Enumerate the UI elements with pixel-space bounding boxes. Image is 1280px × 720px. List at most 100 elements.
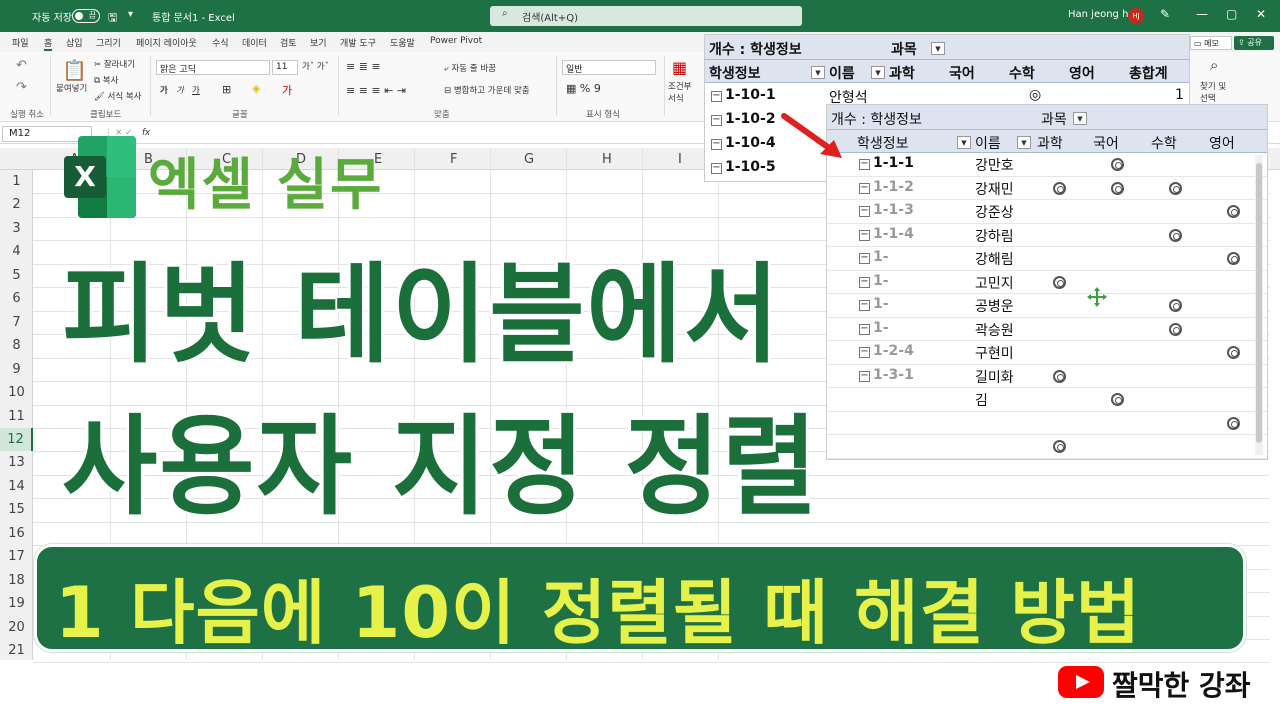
collapse-icon[interactable]: −: [859, 182, 870, 194]
find-icon[interactable]: ⌕: [1210, 56, 1218, 74]
avatar[interactable]: HJ: [1128, 8, 1144, 24]
row-header[interactable]: 12: [0, 427, 33, 452]
underline-button[interactable]: 가: [192, 84, 200, 96]
collapse-icon[interactable]: −: [711, 139, 722, 150]
tab-draw[interactable]: 그리기: [96, 36, 121, 49]
wrap-text-button[interactable]: ⤶ 자동 줄 바꿈: [444, 62, 496, 74]
font-grow-icon[interactable]: 가ˆ 가ˇ: [302, 60, 329, 72]
collapse-icon[interactable]: −: [859, 206, 870, 217]
fill-color-icon[interactable]: ◈: [252, 82, 260, 95]
scrollbar[interactable]: [1255, 155, 1263, 455]
tab-developer[interactable]: 개발 도구: [340, 36, 376, 49]
pivot2-row[interactable]: [827, 412, 1267, 435]
merge-center-button[interactable]: ⊟ 병합하고 가운데 맞춤: [444, 84, 530, 96]
row-header[interactable]: 3: [0, 217, 33, 240]
maximize-icon[interactable]: ▢: [1226, 7, 1237, 21]
minimize-icon[interactable]: —: [1196, 7, 1208, 21]
font-color-icon[interactable]: 가: [282, 82, 292, 98]
search-box[interactable]: ⌕ 검색(Alt+Q): [490, 6, 802, 26]
pivot2-row[interactable]: [827, 435, 1267, 459]
pivot2-name-filter-icon[interactable]: ▼: [1017, 136, 1031, 149]
pen-icon[interactable]: ✎: [1160, 7, 1170, 21]
cut-button[interactable]: ✂ 잘라내기: [94, 58, 135, 70]
row-header[interactable]: 8: [0, 334, 33, 357]
row-header[interactable]: 21: [0, 639, 33, 662]
pivot1-subject-filter-icon[interactable]: ▼: [931, 42, 945, 55]
collapse-icon[interactable]: −: [859, 347, 870, 358]
collapse-icon[interactable]: −: [859, 276, 870, 288]
collapse-icon[interactable]: −: [859, 323, 870, 335]
pivot2-subject-filter-icon[interactable]: ▼: [1073, 112, 1087, 125]
collapse-icon[interactable]: −: [711, 91, 722, 102]
copy-button[interactable]: ⧉ 복사: [94, 74, 118, 86]
tab-file[interactable]: 파일: [12, 36, 29, 49]
collapse-icon[interactable]: −: [859, 159, 870, 170]
italic-button[interactable]: 가: [176, 84, 184, 96]
row-header[interactable]: 17: [0, 545, 33, 568]
row-header[interactable]: 7: [0, 311, 33, 334]
format-painter-button[interactable]: 🖌 서식 복사: [94, 90, 141, 102]
align-top-icon[interactable]: ≡ ≣ ≡: [346, 60, 381, 73]
pivot2-row[interactable]: [827, 294, 1267, 318]
row-header[interactable]: 1: [0, 170, 33, 193]
collapse-icon[interactable]: −: [859, 229, 870, 241]
collapse-icon[interactable]: −: [711, 115, 722, 126]
tab-power-pivot[interactable]: Power Pivot: [430, 36, 482, 46]
pivot-table-2[interactable]: 개수 : 학생정보 과목 ▼ 학생정보 ▼ 이름 ▼ 과학 국어 수학 영어 −…: [826, 104, 1268, 460]
bold-button[interactable]: 가: [160, 84, 168, 96]
pivot2-row-filter-icon[interactable]: ▼: [957, 136, 971, 149]
redo-icon[interactable]: ↷: [16, 80, 27, 95]
row-header[interactable]: 2: [0, 193, 33, 216]
row-header[interactable]: 20: [0, 616, 33, 639]
share-button[interactable]: ⇪ 공유: [1234, 36, 1274, 50]
row-header[interactable]: 5: [0, 264, 33, 287]
paste-icon[interactable]: 📋: [62, 58, 87, 82]
font-name-select[interactable]: 맑은 고딕: [156, 60, 270, 75]
column-header[interactable]: H: [602, 152, 612, 167]
row-header[interactable]: 6: [0, 287, 33, 310]
font-size-select[interactable]: 11: [272, 60, 298, 75]
pivot2-row[interactable]: [827, 271, 1267, 294]
currency-icon[interactable]: ▦ % 9: [566, 82, 601, 95]
autosave-toggle[interactable]: 끔: [72, 9, 100, 23]
fx-icon[interactable]: fx: [142, 128, 150, 138]
row-header[interactable]: 18: [0, 569, 33, 592]
pivot1-row-filter-icon[interactable]: ▼: [811, 66, 825, 79]
collapse-icon[interactable]: −: [859, 300, 870, 311]
row-header[interactable]: 14: [0, 475, 33, 498]
paste-button[interactable]: 붙여넣기: [56, 82, 87, 94]
tab-insert[interactable]: 삽입: [66, 36, 83, 49]
row-header[interactable]: 9: [0, 358, 33, 381]
tab-view[interactable]: 보기: [310, 36, 327, 49]
pivot1-name-filter-icon[interactable]: ▼: [871, 66, 885, 79]
undo-icon[interactable]: ↶: [16, 58, 27, 73]
tab-page-layout[interactable]: 페이지 레이아웃: [136, 36, 197, 49]
row-header[interactable]: 13: [0, 451, 33, 474]
column-header[interactable]: I: [678, 152, 682, 167]
row-header[interactable]: 15: [0, 498, 33, 521]
column-header[interactable]: F: [450, 152, 457, 167]
row-header[interactable]: 19: [0, 592, 33, 615]
collapse-icon[interactable]: −: [711, 163, 722, 174]
conditional-format-button[interactable]: 조건부 서식: [668, 80, 698, 104]
conditional-format-icon[interactable]: ▦: [672, 58, 687, 77]
tab-review[interactable]: 검토: [280, 36, 297, 49]
row-header[interactable]: 4: [0, 240, 33, 263]
number-format-select[interactable]: 일반: [562, 60, 656, 75]
row-header[interactable]: 16: [0, 522, 33, 545]
find-select-button[interactable]: 찾기 및 선택: [1200, 80, 1230, 104]
collapse-icon[interactable]: −: [859, 253, 870, 264]
tab-home[interactable]: 홈: [44, 36, 53, 51]
row-header[interactable]: 10: [0, 381, 33, 404]
pivot2-row[interactable]: [827, 318, 1267, 341]
border-icon[interactable]: ⊞: [222, 83, 231, 96]
save-icon[interactable]: 🖫: [108, 9, 117, 28]
close-icon[interactable]: ✕: [1256, 7, 1266, 21]
tab-data[interactable]: 데이터: [242, 36, 267, 49]
tab-formulas[interactable]: 수식: [212, 36, 229, 49]
row-header[interactable]: 11: [0, 405, 33, 428]
pivot2-row[interactable]: [827, 388, 1267, 412]
customize-qat-icon[interactable]: ▾: [128, 9, 133, 20]
collapse-icon[interactable]: −: [859, 370, 870, 382]
align-left-icon[interactable]: ≡ ≡ ≡ ⇤ ⇥: [346, 84, 406, 97]
